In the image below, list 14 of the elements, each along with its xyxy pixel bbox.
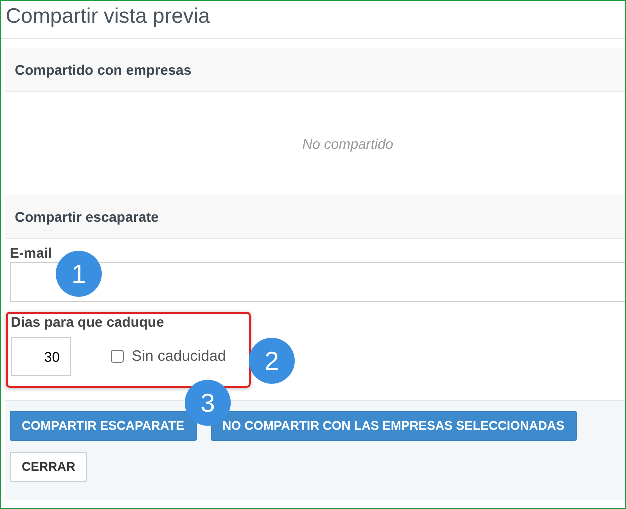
close-button[interactable]: CERRAR (10, 452, 88, 482)
empty-message: No compartido (301, 134, 395, 154)
primary-button[interactable]: COMPARTIR ESCAPARATE (10, 411, 196, 441)
checkbox-label: Sin caducidad (132, 348, 226, 365)
callout-badge: 2 (249, 338, 295, 384)
field-label: Dias para que caduque (11, 314, 166, 330)
callout-badge: 1 (56, 251, 102, 297)
field-label: E-mail (10, 245, 54, 261)
dialog-title: Compartir vista previa (1, 1, 625, 39)
section-header: Compartir escaparate (5, 195, 625, 239)
email-field[interactable] (10, 262, 625, 302)
days-field[interactable]: 30 (11, 337, 71, 376)
section-header: Compartido con empresas (5, 48, 625, 92)
no-expiry-checkbox[interactable] (111, 350, 124, 363)
